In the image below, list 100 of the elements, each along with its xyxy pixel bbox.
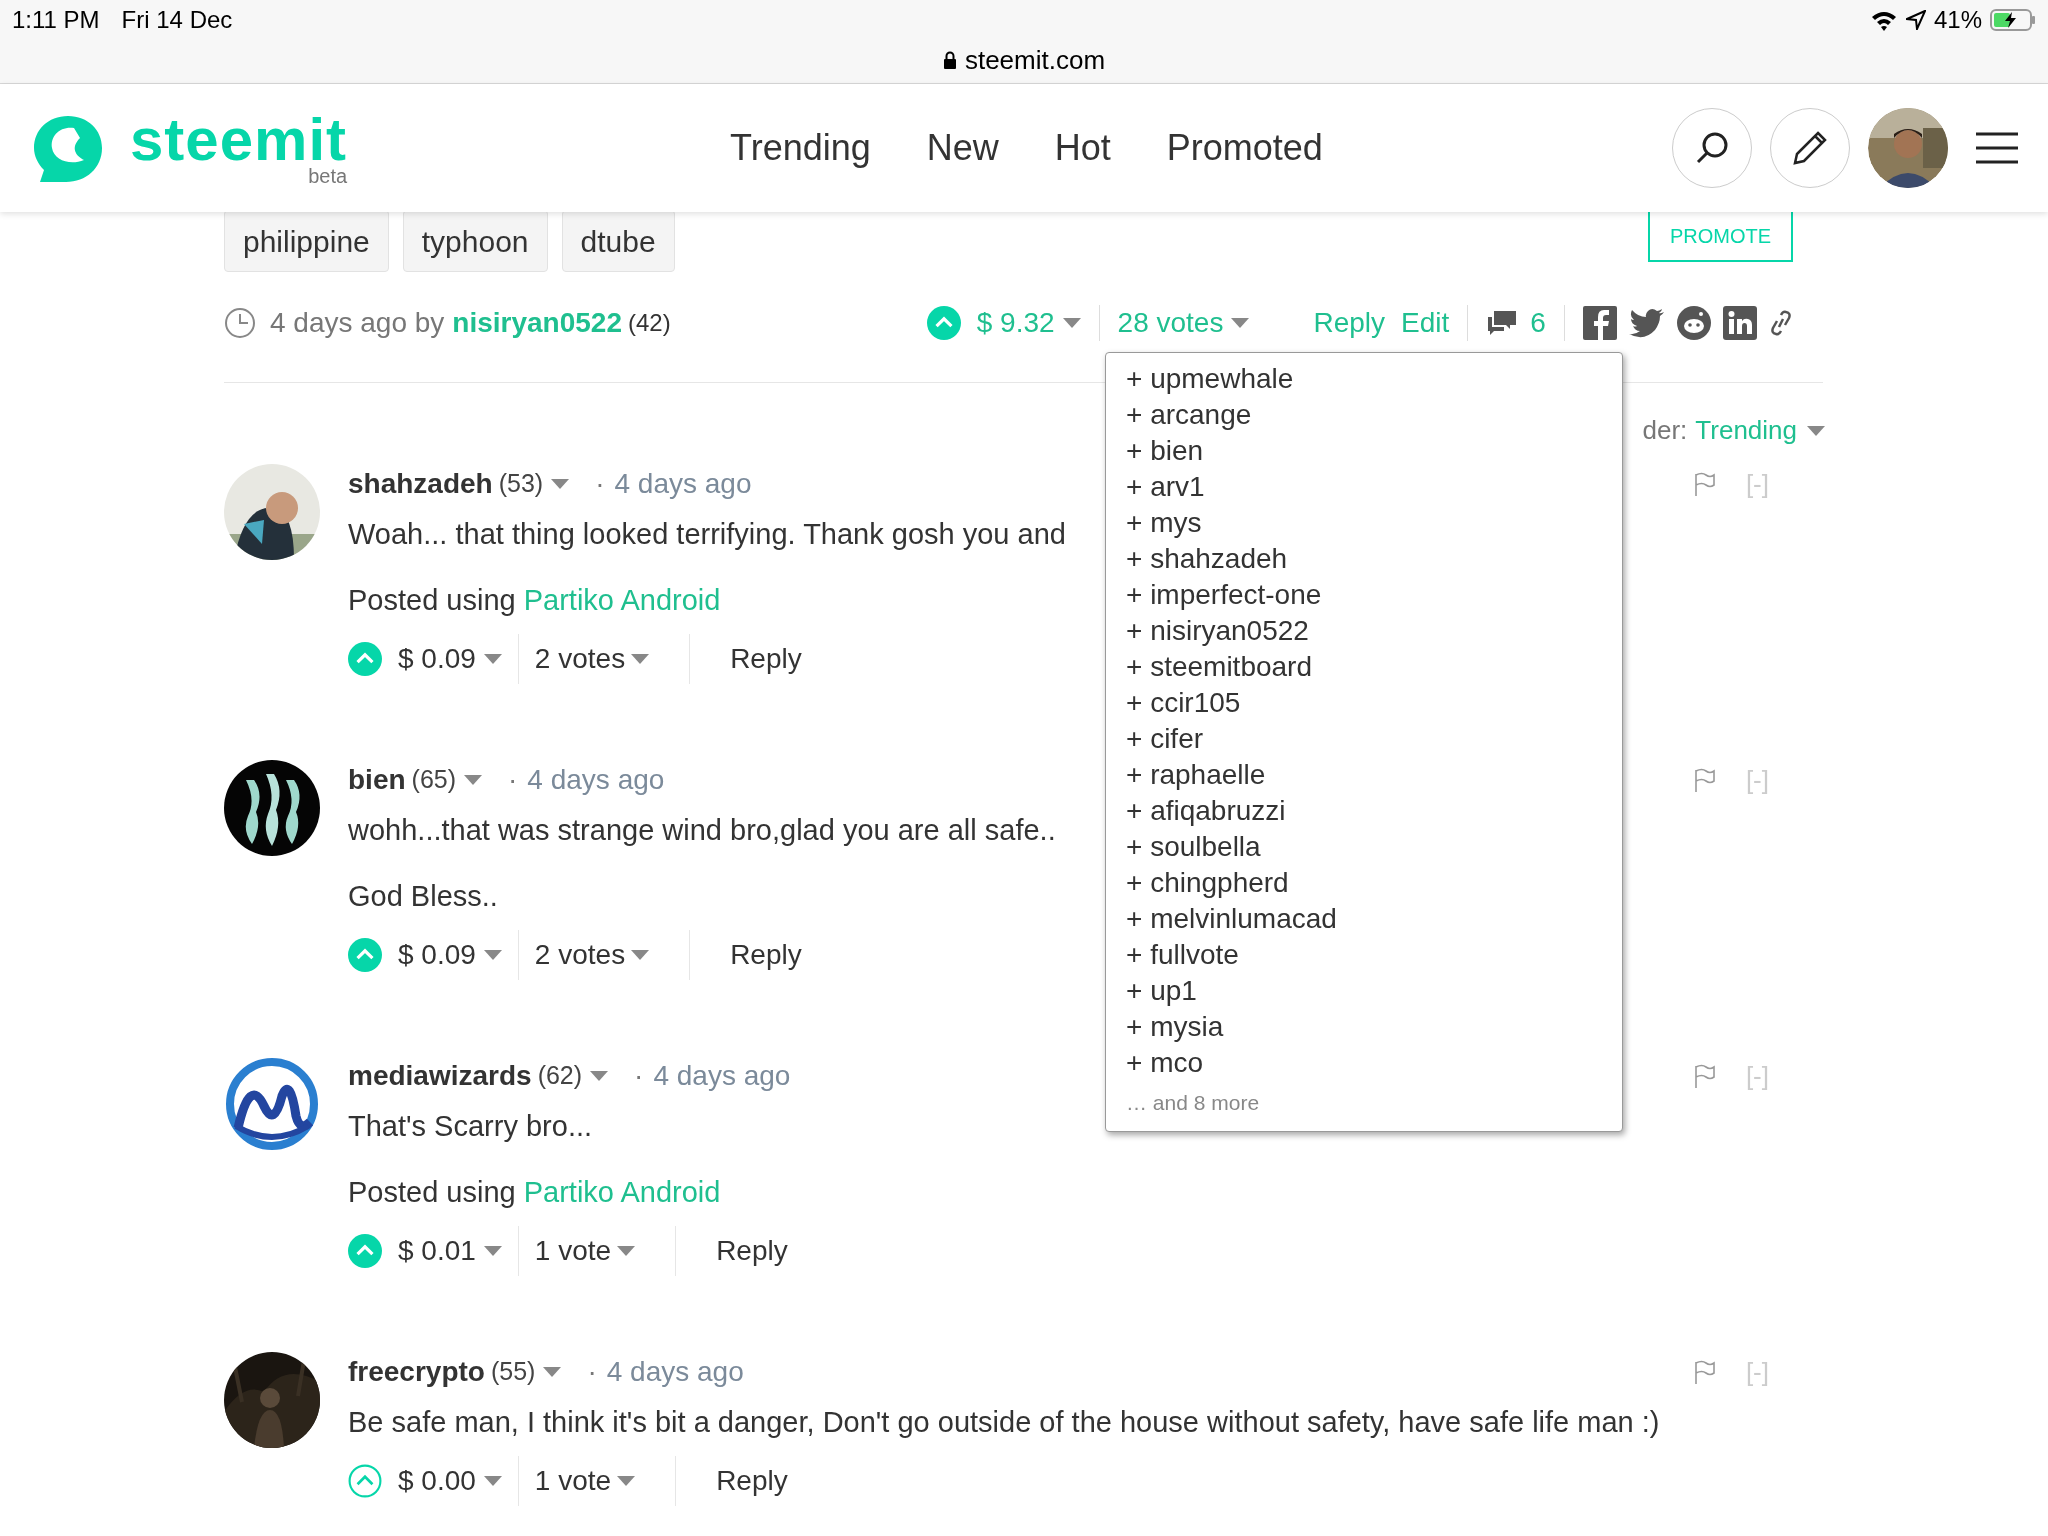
upvote-icon[interactable]: [348, 642, 382, 676]
comment-text: wohh...that was strange wind bro,glad you are all safe..: [348, 813, 1056, 848]
upvote-icon[interactable]: [348, 938, 382, 972]
url-text[interactable]: steemit.com: [964, 40, 1106, 80]
payout-amount[interactable]: $ 0.09: [398, 638, 476, 680]
sort-label: der:: [1642, 414, 1688, 447]
voter-item[interactable]: + nisiryan0522: [1126, 613, 1602, 649]
voter-item[interactable]: + melvinlumacad: [1126, 901, 1602, 937]
voter-item[interactable]: + raphaelle: [1126, 757, 1602, 793]
facebook-icon[interactable]: [1582, 306, 1617, 340]
voter-item[interactable]: + bien: [1126, 433, 1602, 469]
menu-icon[interactable]: [1976, 132, 2018, 164]
caret-icon: [483, 1246, 502, 1256]
nav-link[interactable]: Trending: [730, 121, 871, 175]
separator-dot: ·: [587, 1355, 597, 1389]
battery-percent: 41%: [1933, 5, 1982, 35]
status-time: 1:11 PM: [12, 5, 100, 35]
author-reputation: (62): [537, 1060, 583, 1092]
comment-author[interactable]: shahzadeh: [348, 463, 493, 505]
voter-item[interactable]: + ccir105: [1126, 685, 1602, 721]
caret-icon: [617, 1246, 636, 1256]
flag-icon[interactable]: [1693, 1360, 1716, 1384]
comment-text: Be safe man, I think it's bit a danger, Don't go outside of the house without safety, have safe life man :): [348, 1405, 1660, 1440]
comment-text: That's Scarry bro...: [348, 1109, 593, 1144]
nav-link[interactable]: New: [926, 121, 999, 175]
payout-amount[interactable]: $ 0.00: [398, 1460, 476, 1502]
link-icon[interactable]: [1768, 309, 1793, 337]
search-icon: [1695, 131, 1729, 165]
caret-icon: [483, 950, 502, 960]
votes-count[interactable]: 2 votes: [534, 934, 626, 976]
votes-count[interactable]: 1 vote: [534, 1230, 612, 1272]
comment-author[interactable]: mediawizards: [348, 1055, 532, 1097]
upvote-icon[interactable]: [348, 1234, 382, 1268]
payout-amount[interactable]: $ 0.01: [398, 1230, 476, 1272]
author-reputation: (53): [498, 468, 544, 500]
voter-item[interactable]: + fullvote: [1126, 937, 1602, 973]
caret-icon: [1807, 425, 1825, 436]
voter-item[interactable]: + mysia: [1126, 1009, 1602, 1045]
comment-age: 4 days ago: [527, 763, 665, 797]
reply-link[interactable]: Reply: [730, 934, 802, 976]
nav-link[interactable]: Promoted: [1166, 121, 1323, 175]
caret-icon: [483, 1476, 502, 1486]
voter-item[interactable]: + imperfect-one: [1126, 577, 1602, 613]
upvote-icon[interactable]: [926, 306, 961, 340]
separator-dot: ·: [595, 467, 605, 501]
caret-icon: [1231, 318, 1250, 328]
clock-icon: [224, 307, 256, 339]
flag-icon[interactable]: [1693, 472, 1716, 496]
voter-item[interactable]: + arcange: [1126, 397, 1602, 433]
comments-icon[interactable]: [1486, 309, 1519, 337]
author-reputation: (42): [628, 308, 671, 338]
voter-item[interactable]: + mys: [1126, 505, 1602, 541]
voter-item[interactable]: + cifer: [1126, 721, 1602, 757]
separator-dot: ·: [634, 1059, 644, 1093]
reply-link[interactable]: Reply: [730, 638, 802, 680]
votes-count[interactable]: 1 vote: [534, 1460, 612, 1502]
voter-item[interactable]: + soulbella: [1126, 829, 1602, 865]
tag[interactable]: dtube: [561, 210, 675, 272]
tag[interactable]: philippine: [224, 210, 389, 272]
payout-amount[interactable]: $ 0.09: [398, 934, 476, 976]
voter-item[interactable]: + afiqabruzzi: [1126, 793, 1602, 829]
reply-link[interactable]: Reply: [716, 1460, 788, 1502]
voter-item[interactable]: + shahzadeh: [1126, 541, 1602, 577]
caret-icon: [1062, 318, 1081, 328]
location-icon: [1905, 10, 1926, 30]
battery-icon: [1990, 9, 2036, 31]
twitter-icon[interactable]: [1628, 308, 1665, 338]
comment-author[interactable]: freecrypto: [348, 1351, 485, 1393]
comment-text: Woah... that thing looked terrifying. Thank gosh you and: [348, 517, 1066, 552]
nav-link[interactable]: Hot: [1054, 121, 1111, 175]
voter-item[interactable]: + arv1: [1126, 469, 1602, 505]
linkedin-icon[interactable]: [1722, 306, 1757, 340]
voter-item[interactable]: + steemitboard: [1126, 649, 1602, 685]
comment-age: 4 days ago: [614, 467, 752, 501]
reply-link[interactable]: Reply: [716, 1230, 788, 1272]
voter-item[interactable]: + chingpherd: [1126, 865, 1602, 901]
caret-icon: [617, 1476, 636, 1486]
caret-icon: [551, 479, 570, 489]
upvote-icon[interactable]: [348, 1464, 382, 1498]
caret-icon: [483, 654, 502, 664]
tag[interactable]: typhoon: [402, 210, 548, 272]
logo-subtitle: beta: [308, 166, 348, 186]
pencil-icon: [1792, 130, 1828, 166]
voter-item[interactable]: + mco: [1126, 1045, 1602, 1081]
comment-author[interactable]: bien: [348, 759, 406, 801]
author-reputation: (65): [411, 764, 457, 796]
votes-count[interactable]: 2 votes: [534, 638, 626, 680]
comment-text: Posted using Partiko Android: [348, 1175, 721, 1210]
caret-icon: [464, 775, 483, 785]
voter-item[interactable]: + up1: [1126, 973, 1602, 1009]
comment-age: 4 days ago: [606, 1355, 744, 1389]
caret-icon: [631, 950, 650, 960]
flag-icon[interactable]: [1693, 768, 1716, 792]
caret-icon: [631, 654, 650, 664]
reddit-icon[interactable]: [1676, 306, 1711, 340]
post-age: 4 days ago by: [270, 306, 445, 340]
flag-icon[interactable]: [1693, 1064, 1716, 1088]
more-voters: … and 8 more: [1126, 1090, 1261, 1116]
voter-item[interactable]: + upmewhale: [1126, 361, 1602, 397]
comment-text: God Bless..: [348, 879, 498, 914]
